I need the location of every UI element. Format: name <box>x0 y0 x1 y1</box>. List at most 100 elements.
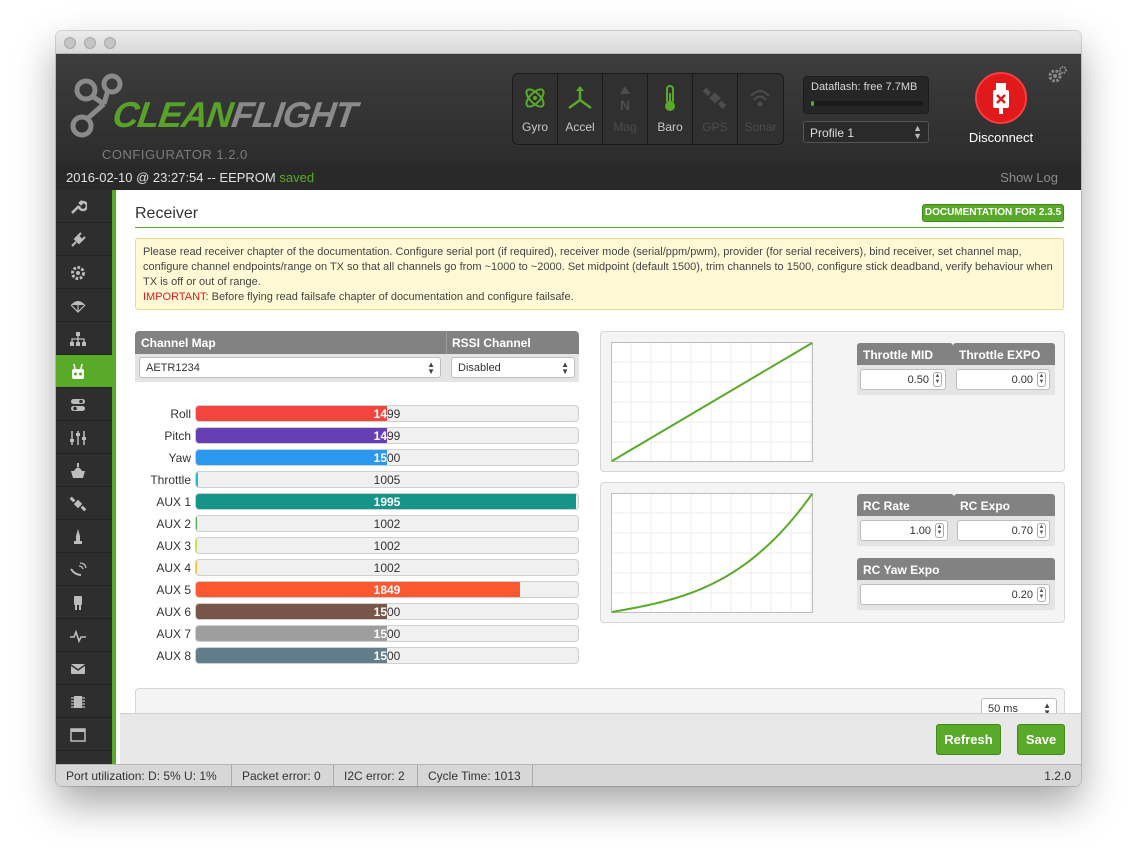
channel-name: AUX 8 <box>156 649 191 663</box>
channel-bar: 1499 1499 <box>195 427 579 444</box>
channel-value: 1002 <box>373 517 401 531</box>
channel-row: AUX 6 1500 1500 <box>135 601 585 623</box>
throttle-mid-param: Throttle MID 0.50 ▲ ▼ <box>857 343 953 395</box>
sidebar-item-sensors[interactable] <box>56 586 112 619</box>
channel-name: Pitch <box>164 429 191 443</box>
cli-icon <box>70 728 86 742</box>
configurator-version: CONFIGURATOR 1.2.0 <box>102 147 248 162</box>
port-utilization: Port utilization: D: 5% U: 1% <box>66 769 217 783</box>
title-divider <box>135 227 1064 228</box>
stepper-icon[interactable]: ▲ ▼ <box>1037 523 1046 538</box>
app-window: CLEANFLIGHT CONFIGURATOR 1.2.0 Gyro Acce… <box>56 31 1081 786</box>
save-button[interactable]: Save <box>1017 724 1065 755</box>
page-title: Receiver <box>135 205 199 222</box>
rc-expo-input[interactable]: 0.70 ▲ ▼ <box>957 520 1050 541</box>
sensor-sonar: Sonar <box>738 74 783 144</box>
stepper-icon[interactable]: ▲ ▼ <box>1037 372 1046 387</box>
profile-select[interactable]: Profile 1 ▲ ▼ <box>803 121 929 143</box>
rssi-channel-select[interactable]: Disabled ▲ ▼ <box>451 357 575 378</box>
sidebar-item-firmware[interactable] <box>56 685 112 718</box>
gear-icon <box>71 266 85 280</box>
channel-bar: 1500 1500 <box>195 625 579 642</box>
channel-value: 1002 <box>373 561 401 575</box>
sidebar-item-modes[interactable] <box>56 388 112 421</box>
channel-name: Throttle <box>150 473 191 487</box>
receiver-preview-panel: 50 ms ▲ ▼ <box>135 688 1065 713</box>
sidebar-item-gps[interactable] <box>56 487 112 520</box>
show-log-link[interactable]: Show Log <box>1000 170 1058 185</box>
sidebar-item-ports[interactable] <box>56 223 112 256</box>
dataflash-status: Dataflash: free 7.7MB <box>803 76 929 114</box>
channel-row: AUX 4 1002 1002 <box>135 557 585 579</box>
receiver-icon <box>72 363 84 379</box>
close-window-button[interactable] <box>64 37 76 49</box>
stepper-icon[interactable]: ▲ ▼ <box>1037 587 1046 602</box>
refresh-button[interactable]: Refresh <box>936 724 1001 755</box>
throttle-curve-panel: Throttle MID 0.50 ▲ ▼ Throttle EXPO 0.00 ▲ ▼ <box>600 331 1065 472</box>
throttle-mid-input[interactable]: 0.50 ▲ ▼ <box>860 369 946 390</box>
select-arrows-icon: ▲ ▼ <box>427 360 435 376</box>
rc-yaw-expo-input[interactable]: 0.20 ▲ ▼ <box>860 584 1050 605</box>
content-toolbar: Refresh Save <box>120 713 1081 764</box>
rc-rate-input[interactable]: 1.00 ▲ ▼ <box>860 520 948 541</box>
thermometer-icon <box>665 85 675 111</box>
sidebar-item-logging[interactable] <box>56 619 112 652</box>
minimize-window-button[interactable] <box>84 37 96 49</box>
channel-bar: 1849 1849 <box>195 581 579 598</box>
throttle-expo-param: Throttle EXPO 0.00 ▲ ▼ <box>953 343 1055 395</box>
channel-row: AUX 7 1500 1500 <box>135 623 585 645</box>
sliders-icon <box>70 431 86 445</box>
channel-name: AUX 7 <box>156 627 191 641</box>
eeprom-status: 2016-02-10 @ 23:27:54 -- EEPROM saved <box>66 170 315 185</box>
title-bar <box>56 31 1081 54</box>
channel-map-header: Channel Map RSSI Channel <box>135 331 579 354</box>
sidebar-item-configuration[interactable] <box>56 256 112 289</box>
channel-name: Yaw <box>168 451 191 465</box>
documentation-button[interactable]: DOCUMENTATION FOR 2.3.5 <box>922 204 1064 222</box>
sensor-icon <box>70 562 87 576</box>
rc-rate-param: RC Rate 1.00 ▲ ▼ <box>857 494 954 546</box>
dataflash-label: Dataflash: free 7.7MB <box>811 81 918 93</box>
sidebar-item-led-strip[interactable] <box>56 553 112 586</box>
channel-name: AUX 3 <box>156 539 191 553</box>
receiver-tab: Receiver DOCUMENTATION FOR 2.3.5 Please … <box>120 190 1081 713</box>
sidebar-item-blackbox[interactable] <box>56 652 112 685</box>
sidebar-item-pid-tuning[interactable] <box>56 322 112 355</box>
channel-name: AUX 4 <box>156 561 191 575</box>
stepper-icon[interactable]: ▲ ▼ <box>935 523 944 538</box>
sensor-baro: Baro <box>648 74 693 144</box>
sidebar-item-receiver[interactable] <box>56 355 112 388</box>
channel-map-row: AETR1234 ▲ ▼ Disabled ▲ ▼ <box>135 354 579 382</box>
sensor-accel: Accel <box>558 74 603 144</box>
settings-gear-icon[interactable] <box>1047 65 1067 85</box>
throttle-expo-input[interactable]: 0.00 ▲ ▼ <box>956 369 1050 390</box>
sidebar-item-servos[interactable] <box>56 454 112 487</box>
stepper-icon[interactable]: ▲ ▼ <box>933 372 942 387</box>
channel-row: Pitch 1499 1499 <box>135 425 585 447</box>
sidebar-item-motors[interactable] <box>56 520 112 553</box>
channel-bar: 1500 1500 <box>195 603 579 620</box>
pulse-icon <box>70 629 86 644</box>
svg-text:N: N <box>620 97 630 112</box>
channel-map-select[interactable]: AETR1234 ▲ ▼ <box>139 357 441 378</box>
usb-disconnect-icon <box>975 72 1027 124</box>
channel-row: Throttle 1005 1005 <box>135 469 585 491</box>
channel-name: Roll <box>170 407 191 421</box>
refresh-rate-select[interactable]: 50 ms ▲ ▼ <box>981 698 1057 713</box>
sidebar-item-adjustments[interactable] <box>56 421 112 454</box>
sidebar-item-cli[interactable] <box>56 718 112 751</box>
zoom-window-button[interactable] <box>104 37 116 49</box>
i2c-error: I2C error: 2 <box>344 769 405 783</box>
app-version: 1.2.0 <box>1044 769 1071 783</box>
rc-curve-panel: RC Rate 1.00 ▲ ▼ RC Expo 0.70 ▲ ▼ RC Yaw Exp… <box>600 482 1065 623</box>
compass-icon: N <box>620 86 630 112</box>
sidebar-item-setup[interactable] <box>56 190 112 223</box>
sidebar-item-failsafe[interactable] <box>56 289 112 322</box>
chip-icon <box>71 696 85 708</box>
channel-bars: Roll 1499 1499 Pitch 1499 1499 Yaw 1500 1500 Thro… <box>135 403 585 667</box>
channel-name: AUX 5 <box>156 583 191 597</box>
channel-name: AUX 2 <box>156 517 191 531</box>
channel-value: 1005 <box>373 473 401 487</box>
channel-name: AUX 1 <box>156 495 191 509</box>
disconnect-button[interactable]: Disconnect <box>961 72 1041 152</box>
